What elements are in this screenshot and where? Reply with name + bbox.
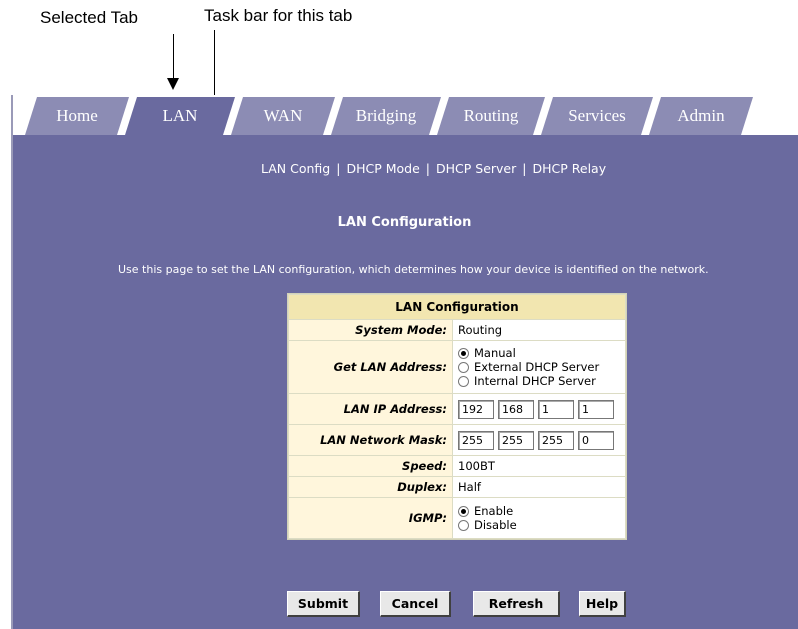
radio-internal-dhcp-row[interactable]: Internal DHCP Server (458, 374, 620, 388)
subnav-lan-config[interactable]: LAN Config (261, 161, 330, 176)
radio-internal-dhcp-label: Internal DHCP Server (474, 374, 596, 388)
radio-igmp-enable-label: Enable (474, 504, 514, 518)
task-bar-annotation: Task bar for this tab (204, 6, 353, 25)
radio-manual[interactable] (458, 347, 469, 359)
system-mode-value: Routing (453, 320, 625, 340)
radio-igmp-disable-label: Disable (474, 518, 517, 532)
radio-external-dhcp[interactable] (458, 361, 469, 373)
radio-manual-row[interactable]: Manual (458, 346, 620, 360)
tab-services-label: Services (568, 106, 626, 125)
get-lan-address-label: Get LAN Address: (289, 341, 452, 393)
lan-mask-octet-3[interactable]: 255 (538, 430, 574, 450)
get-lan-address-options: Manual External DHCP Server Internal DHC… (453, 341, 625, 393)
subnav-dhcp-mode[interactable]: DHCP Mode (346, 161, 419, 176)
tab-wan-label: WAN (263, 106, 303, 125)
igmp-options: Enable Disable (453, 498, 625, 538)
lan-ip-inputs: 192 168 1 1 (453, 394, 625, 424)
table-header: LAN Configuration (289, 295, 625, 319)
lan-mask-inputs: 255 255 255 0 (453, 425, 625, 455)
subnav-separator: | (522, 161, 527, 176)
lan-config-table: LAN Configuration System Mode: Routing G… (287, 293, 627, 540)
radio-external-dhcp-label: External DHCP Server (474, 360, 600, 374)
lan-ip-label: LAN IP Address: (289, 394, 452, 424)
system-mode-label: System Mode: (289, 320, 452, 340)
lan-mask-octet-1[interactable]: 255 (458, 430, 494, 450)
tab-routing[interactable]: Routing (437, 97, 545, 135)
radio-internal-dhcp[interactable] (458, 375, 469, 387)
tab-admin-label: Admin (677, 106, 725, 125)
selected-tab-annotation: Selected Tab (40, 8, 138, 27)
radio-igmp-enable[interactable] (458, 505, 469, 517)
lan-mask-octet-2[interactable]: 255 (498, 430, 534, 450)
page-intro: Use this page to set the LAN configurati… (118, 263, 709, 276)
tab-bridging[interactable]: Bridging (331, 97, 441, 135)
duplex-value: Half (453, 477, 625, 497)
main-panel: Home LAN WAN Bridging Routing Services A… (11, 95, 798, 629)
tab-lan-label: LAN (162, 106, 198, 125)
selected-tab-pointer-line (173, 34, 174, 78)
page-title: LAN Configuration (337, 215, 472, 230)
lan-mask-octet-4[interactable]: 0 (578, 430, 614, 450)
selected-tab-arrow-icon (167, 78, 179, 90)
radio-external-dhcp-row[interactable]: External DHCP Server (458, 360, 620, 374)
refresh-button[interactable]: Refresh (473, 591, 560, 617)
subnav-separator: | (336, 161, 341, 176)
help-button[interactable]: Help (579, 591, 626, 617)
lan-ip-octet-1[interactable]: 192 (458, 399, 494, 419)
igmp-label: IGMP: (289, 498, 452, 538)
tab-routing-label: Routing (463, 106, 519, 125)
radio-igmp-disable[interactable] (458, 519, 469, 531)
panel-left-edge (11, 95, 13, 629)
speed-label: Speed: (289, 456, 452, 476)
radio-manual-label: Manual (474, 346, 516, 360)
lan-ip-octet-3[interactable]: 1 (538, 399, 574, 419)
radio-igmp-enable-row[interactable]: Enable (458, 504, 620, 518)
tab-home-label: Home (56, 106, 98, 125)
speed-value: 100BT (453, 456, 625, 476)
duplex-label: Duplex: (289, 477, 452, 497)
subnav-dhcp-server[interactable]: DHCP Server (436, 161, 516, 176)
tab-services[interactable]: Services (541, 97, 653, 135)
tab-home[interactable]: Home (25, 97, 129, 135)
lan-ip-octet-2[interactable]: 168 (498, 399, 534, 419)
task-bar: LAN Config | DHCP Mode | DHCP Server | DHCP Re… (261, 161, 606, 176)
lan-ip-octet-4[interactable]: 1 (578, 399, 614, 419)
cancel-button[interactable]: Cancel (380, 591, 451, 617)
tab-wan[interactable]: WAN (231, 97, 335, 135)
radio-igmp-disable-row[interactable]: Disable (458, 518, 620, 532)
lan-mask-label: LAN Network Mask: (289, 425, 452, 455)
tab-admin[interactable]: Admin (649, 97, 753, 135)
tab-bar: Home LAN WAN Bridging Routing Services A… (11, 95, 798, 135)
tab-bridging-label: Bridging (355, 106, 417, 125)
subnav-dhcp-relay[interactable]: DHCP Relay (532, 161, 606, 176)
tab-lan[interactable]: LAN (125, 97, 235, 135)
submit-button[interactable]: Submit (287, 591, 360, 617)
subnav-separator: | (425, 161, 430, 176)
